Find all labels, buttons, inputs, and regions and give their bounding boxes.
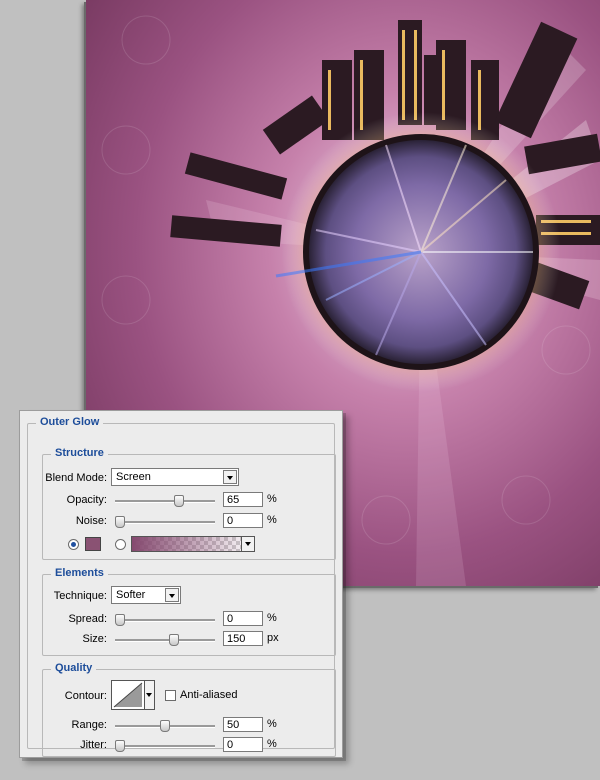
size-slider-thumb[interactable]	[169, 634, 179, 646]
size-unit: px	[267, 632, 279, 644]
outer-glow-title: Outer Glow	[36, 416, 104, 428]
chevron-down-icon[interactable]	[223, 470, 237, 484]
jitter-input[interactable]: 0	[223, 737, 263, 752]
noise-slider[interactable]	[115, 516, 215, 528]
quality-group: Quality Contour: Anti-aliased Range: 50 …	[42, 662, 336, 757]
gradient-radio[interactable]	[115, 539, 126, 550]
range-label: Range:	[71, 719, 107, 731]
jitter-slider-thumb[interactable]	[115, 740, 125, 752]
range-slider[interactable]	[115, 720, 215, 732]
elements-title: Elements	[51, 567, 108, 579]
opacity-input[interactable]: 65	[223, 492, 263, 507]
contour-dropdown-button[interactable]	[145, 680, 155, 710]
jitter-slider[interactable]	[115, 740, 215, 752]
anti-aliased-label: Anti-aliased	[180, 689, 238, 701]
opacity-slider-thumb[interactable]	[174, 495, 184, 507]
contour-picker[interactable]	[111, 680, 145, 710]
noise-label: Noise:	[75, 515, 107, 527]
anti-aliased-checkbox[interactable]	[165, 690, 176, 701]
range-input[interactable]: 50	[223, 717, 263, 732]
contour-curve-icon	[113, 682, 143, 708]
technique-label: Technique:	[53, 590, 107, 602]
spread-input[interactable]: 0	[223, 611, 263, 626]
noise-slider-thumb[interactable]	[115, 516, 125, 528]
quality-title: Quality	[51, 662, 97, 674]
size-slider[interactable]	[115, 634, 215, 646]
jitter-label: Jitter:	[80, 739, 107, 751]
spread-slider[interactable]	[115, 614, 215, 626]
spread-unit: %	[267, 612, 277, 624]
chevron-down-icon[interactable]	[165, 588, 179, 602]
blend-mode-select[interactable]: Screen	[111, 468, 239, 486]
outer-glow-group: Outer Glow Structure Blend Mode: Screen …	[27, 416, 336, 757]
spread-label: Spread:	[68, 613, 107, 625]
noise-unit: %	[267, 514, 277, 526]
opacity-label: Opacity:	[66, 494, 107, 506]
structure-group: Structure Blend Mode: Screen Opacity: 65…	[42, 447, 336, 560]
jitter-unit: %	[267, 738, 277, 750]
elements-group: Elements Technique: Softer Spread: 0 % S…	[42, 567, 336, 656]
noise-input[interactable]: 0	[223, 513, 263, 528]
opacity-unit: %	[267, 493, 277, 505]
technique-value: Softer	[116, 589, 146, 601]
opacity-slider[interactable]	[115, 495, 215, 507]
size-label: Size:	[82, 633, 107, 645]
range-slider-thumb[interactable]	[160, 720, 170, 732]
layer-style-panel: Outer Glow Structure Blend Mode: Screen …	[19, 410, 343, 758]
blend-mode-value: Screen	[116, 471, 151, 483]
range-unit: %	[267, 718, 277, 730]
technique-select[interactable]: Softer	[111, 586, 181, 604]
spread-slider-thumb[interactable]	[115, 614, 125, 626]
size-input[interactable]: 150	[223, 631, 263, 646]
chevron-down-icon[interactable]	[241, 537, 254, 551]
contour-label: Contour:	[64, 690, 107, 702]
blend-mode-label: Blend Mode:	[45, 472, 107, 484]
solid-color-radio[interactable]	[68, 539, 79, 550]
glow-color-swatch[interactable]	[85, 537, 101, 551]
glow-gradient-picker[interactable]	[131, 536, 255, 552]
structure-title: Structure	[51, 447, 108, 459]
